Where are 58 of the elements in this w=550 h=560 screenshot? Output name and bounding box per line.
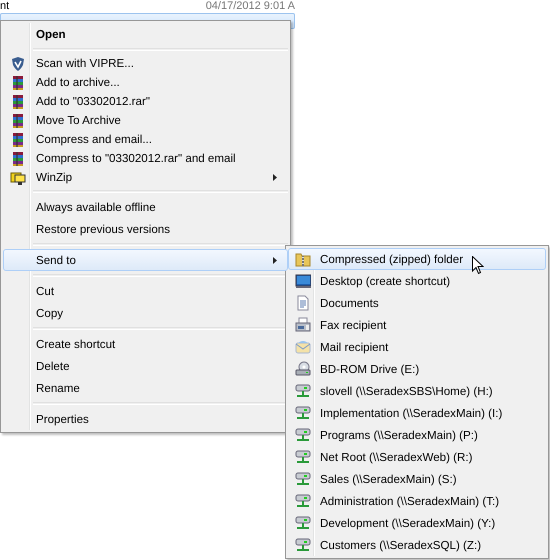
fax-icon — [295, 317, 311, 333]
menu-item[interactable]: Customers (\\SeradexSQL) (Z:) — [288, 534, 546, 556]
menu-item[interactable]: Restore previous versions — [3, 218, 288, 240]
books-stack-icon — [10, 150, 26, 166]
monitor-icon — [295, 273, 311, 289]
network-drive-icon — [295, 471, 311, 487]
menu-item[interactable]: Always available offline — [3, 196, 288, 218]
menu-item[interactable]: slovell (\\SeradexSBS\Home) (H:) — [288, 380, 546, 402]
folder-monitor-icon — [10, 170, 26, 186]
books-stack-icon — [10, 94, 26, 110]
file-name: nt — [0, 0, 10, 12]
file-date: 04/17/2012 9:01 A — [206, 0, 295, 12]
menu-item[interactable]: Move To Archive — [3, 111, 288, 130]
menu-item[interactable]: Add to archive... — [3, 73, 288, 92]
mouse-pointer-icon — [472, 256, 484, 275]
submenu-arrow-icon — [273, 174, 277, 181]
menu-item[interactable]: Delete — [3, 355, 288, 377]
envelope-icon — [295, 339, 311, 355]
menu-item[interactable]: Properties — [3, 408, 288, 430]
zip-folder-icon — [295, 251, 311, 267]
menu-item[interactable]: Desktop (create shortcut) — [288, 270, 546, 292]
menu-item[interactable]: Development (\\SeradexMain) (Y:) — [288, 512, 546, 534]
menu-item[interactable]: Programs (\\SeradexMain) (P:) — [288, 424, 546, 446]
books-stack-icon — [10, 112, 26, 128]
submenu-arrow-icon — [273, 256, 277, 264]
network-drive-icon — [295, 383, 311, 399]
menu-item[interactable]: Scan with VIPRE... — [3, 54, 288, 73]
menu-item[interactable]: Compress to "03302012.rar" and email — [3, 149, 288, 168]
menu-item[interactable]: Fax recipient — [288, 314, 546, 336]
network-drive-icon — [295, 493, 311, 509]
menu-item[interactable]: Create shortcut — [3, 333, 288, 355]
disc-drive-icon — [295, 361, 311, 377]
menu-item[interactable]: BD-ROM Drive (E:) — [288, 358, 546, 380]
menu-item[interactable]: Sales (\\SeradexMain) (S:) — [288, 468, 546, 490]
shield-icon — [10, 56, 26, 72]
menu-item[interactable]: Send to — [3, 249, 288, 271]
menu-item[interactable]: Copy — [3, 302, 288, 324]
network-drive-icon — [295, 515, 311, 531]
menu-item[interactable]: Mail recipient — [288, 336, 546, 358]
menu-item[interactable]: WinZip — [3, 168, 288, 187]
menu-item[interactable]: Add to "03302012.rar" — [3, 92, 288, 111]
menu-item[interactable]: Implementation (\\SeradexMain) (I:) — [288, 402, 546, 424]
menu-item[interactable]: Compressed (zipped) folder — [288, 248, 546, 270]
file-row[interactable]: nt 04/17/2012 9:01 A — [0, 0, 295, 12]
books-stack-icon — [10, 74, 26, 90]
menu-item[interactable]: Documents — [288, 292, 546, 314]
network-drive-icon — [295, 537, 311, 553]
menu-item[interactable]: Open — [3, 23, 288, 45]
menu-item[interactable]: Cut — [3, 280, 288, 302]
menu-item[interactable]: Rename — [3, 377, 288, 399]
menu-item[interactable]: Net Root (\\SeradexWeb) (R:) — [288, 446, 546, 468]
network-drive-icon — [295, 449, 311, 465]
menu-item[interactable]: Administration (\\SeradexMain) (T:) — [288, 490, 546, 512]
document-icon — [295, 295, 311, 311]
network-drive-icon — [295, 427, 311, 443]
network-drive-icon — [295, 405, 311, 421]
books-stack-icon — [10, 132, 26, 148]
menu-item[interactable]: Compress and email... — [3, 130, 288, 149]
